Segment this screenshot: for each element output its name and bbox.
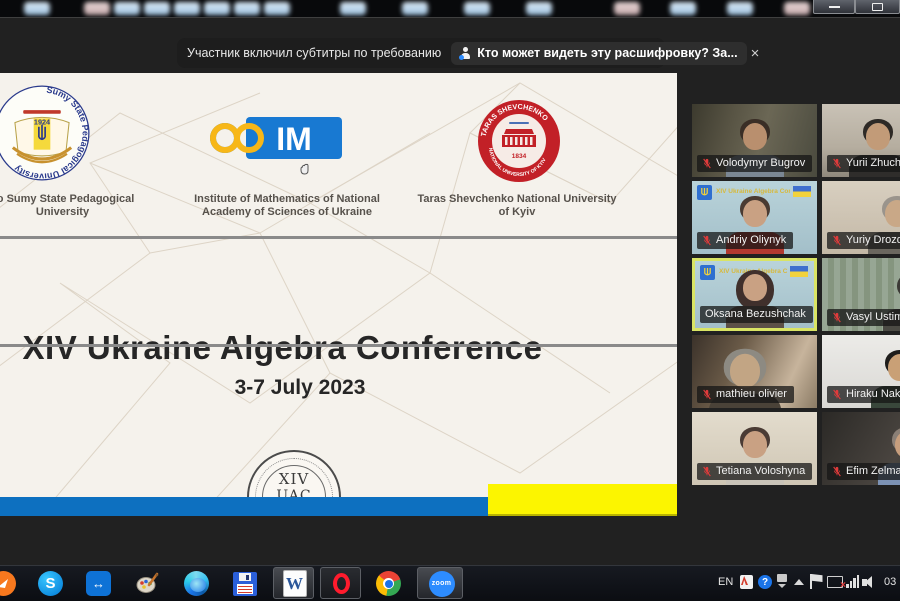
participant-tile[interactable]: Tetiana Voloshyna: [692, 412, 817, 485]
muted-mic-icon: [832, 312, 842, 323]
sumy-university-caption: ko Sumy State Pedagogical University: [0, 193, 170, 219]
muted-mic-icon: [832, 235, 842, 246]
blue-accent-bar: [0, 497, 500, 516]
muted-mic-icon: [832, 466, 842, 477]
muted-mic-icon: [702, 235, 712, 246]
trident-icon: [700, 265, 715, 280]
top-thumbnail-strip: [0, 0, 900, 18]
divider-bottom: [0, 344, 677, 347]
minimize-icon: [829, 6, 840, 8]
muted-mic-icon: [832, 389, 842, 400]
teamviewer-icon[interactable]: ↔: [85, 570, 112, 597]
window-top-edge: [0, 17, 900, 18]
svg-text:1924: 1924: [34, 118, 51, 127]
participant-tile[interactable]: mathieu olivier: [692, 335, 817, 408]
institute-of-mathematics-caption: Institute of Mathematics of National Aca…: [172, 193, 402, 219]
maximize-button[interactable]: [855, 0, 900, 14]
yellow-accent-bar: [488, 484, 677, 516]
hidden-icons-chevron[interactable]: [794, 579, 804, 585]
svg-text:IM: IM: [276, 121, 312, 157]
participant-tile[interactable]: Vasyl Ustimen: [822, 258, 900, 331]
ukraine-flag-icon: [790, 266, 808, 277]
network-signal-icon[interactable]: [846, 575, 859, 588]
close-icon[interactable]: ×: [747, 44, 764, 63]
institute-of-mathematics-logo: IM: [208, 111, 342, 165]
muted-mic-icon: [702, 389, 712, 400]
participant-tile-active-speaker[interactable]: XIV Ukraine Algebra Conference Oksana Be…: [692, 258, 817, 331]
participant-tile[interactable]: Efim Zelmano: [822, 412, 900, 485]
skype-icon[interactable]: S: [37, 570, 64, 597]
maximize-icon: [872, 3, 883, 11]
windows-taskbar: S ↔ W: [0, 565, 900, 601]
floppy-disk-icon[interactable]: [231, 570, 258, 597]
conference-dates: 3-7 July 2023: [235, 376, 366, 399]
word-icon[interactable]: W: [281, 570, 308, 597]
participant-tile[interactable]: XIV Ukraine Algebra Conference Andriy Ol…: [692, 181, 817, 254]
volume-icon[interactable]: [862, 576, 874, 589]
participant-tile[interactable]: Hiraku Nakaji: [822, 335, 900, 408]
zoom-icon[interactable]: zoom: [428, 570, 455, 597]
shevchenko-university-caption: Taras Shevchenko National University of …: [402, 193, 632, 219]
participant-tile[interactable]: Yurii Zhuchok: [822, 104, 900, 177]
shared-screen-slide: Sumy State Pedagogical University 1924 k…: [0, 73, 677, 516]
text-service-icon[interactable]: [740, 575, 753, 589]
participant-tile[interactable]: Volodymyr Bugrov: [692, 104, 817, 177]
avast-icon[interactable]: [0, 570, 17, 597]
trident-icon: [697, 185, 712, 200]
transcript-visibility-button[interactable]: Кто может видеть эту расшифровку? За...: [451, 42, 746, 65]
captions-notification-bar: Участник включил субтитры по требованию …: [177, 38, 665, 68]
participant-icon: [460, 47, 471, 59]
muted-mic-icon: [702, 158, 712, 169]
sumy-university-logo: Sumy State Pedagogical University 1924: [0, 83, 92, 183]
language-indicator[interactable]: EN: [718, 576, 733, 588]
conference-title: XIV Ukraine Algebra Conference: [23, 329, 543, 366]
device-icon[interactable]: [777, 574, 787, 588]
minimize-button[interactable]: [813, 0, 855, 14]
chrome-icon[interactable]: [375, 570, 402, 597]
muted-mic-icon: [832, 158, 842, 169]
notification-message: Участник включил субтитры по требованию: [187, 46, 441, 60]
participant-tile[interactable]: Yuriy Drozd: [822, 181, 900, 254]
help-icon[interactable]: ?: [758, 575, 772, 589]
shevchenko-university-logo: TARAS SHEVCHENKO NATIONAL UNIVERSITY OF …: [476, 98, 562, 184]
svg-text:1834: 1834: [512, 153, 527, 160]
opera-icon[interactable]: [328, 570, 355, 597]
edge-icon[interactable]: [183, 570, 210, 597]
paint-icon[interactable]: [134, 570, 161, 597]
hand-cursor: [298, 163, 311, 177]
display-disconnected-icon[interactable]: ×: [827, 576, 843, 588]
divider-top: [0, 236, 677, 239]
clock[interactable]: 03: [884, 576, 896, 588]
muted-mic-icon: [702, 466, 712, 477]
ukraine-flag-icon: [793, 186, 811, 197]
